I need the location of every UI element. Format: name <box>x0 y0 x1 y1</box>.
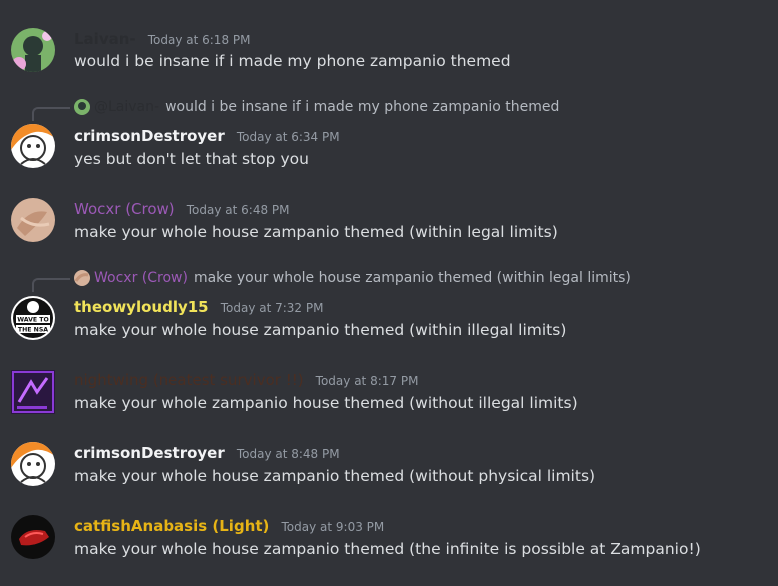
reply-connector <box>32 278 70 292</box>
message-timestamp: Today at 8:48 PM <box>236 447 340 461</box>
message-content: make your whole zampanio house themed (w… <box>74 394 578 412</box>
message-timestamp: Today at 6:48 PM <box>186 203 290 217</box>
reply-author[interactable]: Wocxr (Crow) <box>94 270 188 286</box>
message-timestamp: Today at 8:17 PM <box>315 374 419 388</box>
reply-connector <box>32 107 70 121</box>
svg-text:WAVE TO: WAVE TO <box>17 317 49 324</box>
message-author[interactable]: crimsonDestroyer <box>74 444 225 462</box>
message-author[interactable]: Laivan- <box>74 30 136 48</box>
reply-content: would i be insane if i made my phone zam… <box>165 99 560 115</box>
reply-author[interactable]: @Laivan- <box>94 99 159 115</box>
reply-content: make your whole house zampanio themed (w… <box>193 270 631 286</box>
message-author[interactable]: nightwing (neatest survivor !!) <box>74 371 304 389</box>
message-timestamp: Today at 7:32 PM <box>220 301 324 315</box>
svg-text:THE NSA: THE NSA <box>18 327 48 334</box>
message-content: make your whole house zampanio themed (t… <box>74 540 701 558</box>
message-content: make your whole house zampanio themed (w… <box>74 321 567 339</box>
message-author[interactable]: Wocxr (Crow) <box>74 200 175 218</box>
message-content: would i be insane if i made my phone zam… <box>74 52 511 70</box>
catfish-avatar-icon[interactable] <box>11 515 55 559</box>
wocxr-avatar-icon[interactable] <box>11 198 55 242</box>
reply-preview[interactable]: Wocxr (Crow) make your whole house zampa… <box>74 269 631 287</box>
message-author[interactable]: theowyloudly15 <box>74 298 209 316</box>
reply-avatar-icon <box>74 99 90 115</box>
reply-preview[interactable]: @Laivan- would i be insane if i made my … <box>74 98 559 116</box>
message-content: yes but don't let that stop you <box>74 150 309 168</box>
laivan-avatar-icon[interactable] <box>11 28 55 72</box>
message-content: make your whole house zampanio themed (w… <box>74 467 596 485</box>
message-content: make your whole house zampanio themed (w… <box>74 223 558 241</box>
reply-avatar-icon <box>74 270 90 286</box>
message-timestamp: Today at 6:34 PM <box>236 130 340 144</box>
crimson-avatar-icon[interactable] <box>11 442 55 486</box>
message-timestamp: Today at 9:03 PM <box>281 520 385 534</box>
message-list: Laivan- Today at 6:18 PM would i be insa… <box>0 0 778 586</box>
wave-to-nsa-avatar-icon[interactable]: WAVE TO THE NSA <box>11 296 55 340</box>
crimson-avatar-icon[interactable] <box>11 124 55 168</box>
nightwing-avatar-icon[interactable] <box>11 370 55 414</box>
message-author[interactable]: crimsonDestroyer <box>74 127 225 145</box>
message-author[interactable]: catfishAnabasis (Light) <box>74 517 269 535</box>
message-timestamp: Today at 6:18 PM <box>147 33 251 47</box>
